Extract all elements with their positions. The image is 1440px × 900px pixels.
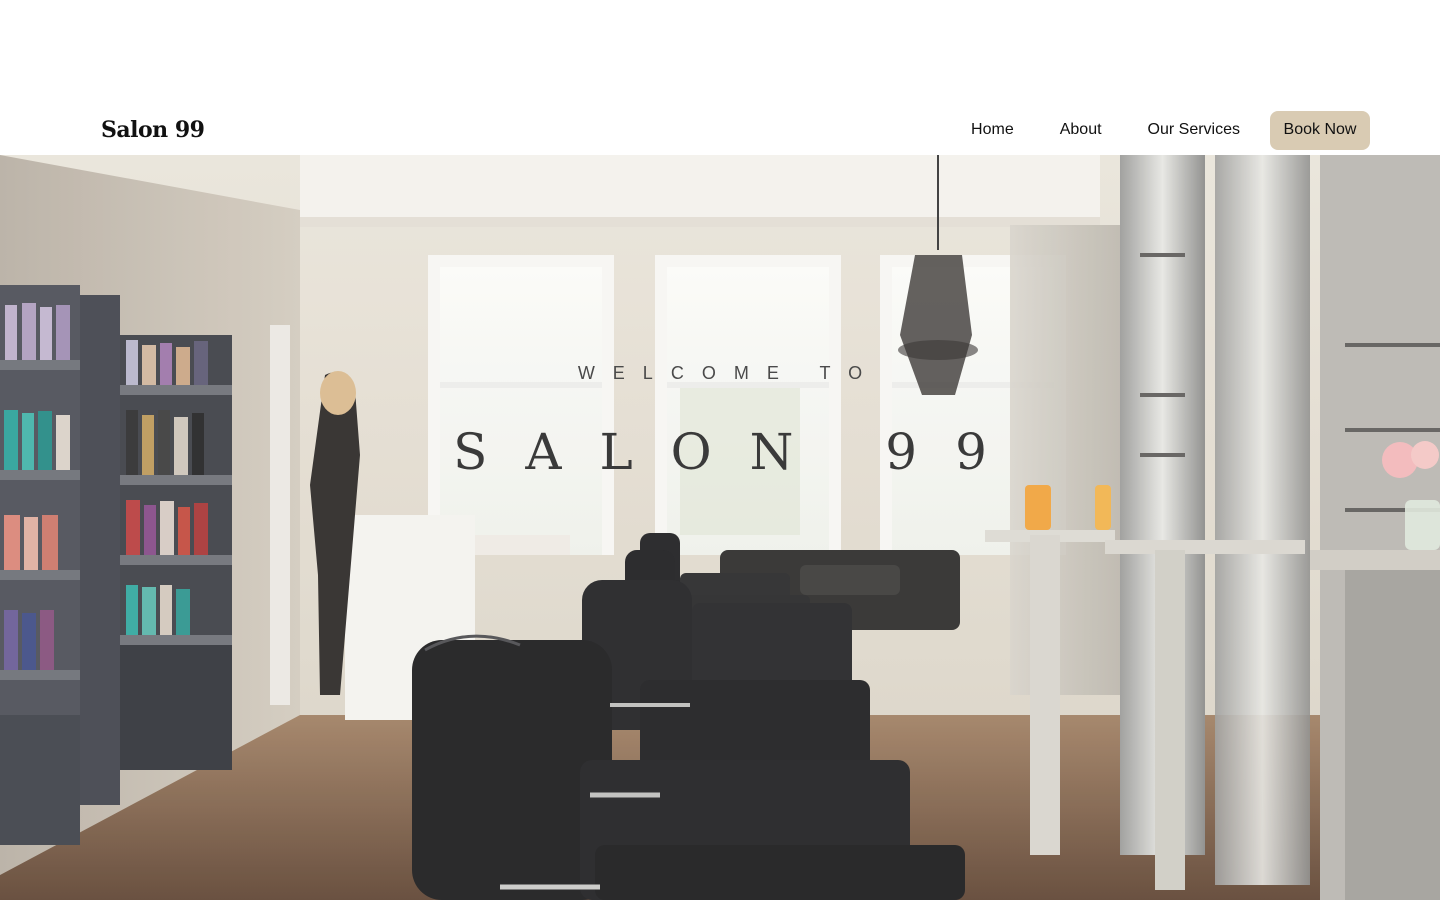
nav-link-about[interactable]: About [1060, 121, 1102, 139]
book-now-button[interactable]: Book Now [1270, 110, 1370, 150]
hero-kicker: WELCOME TO [577, 363, 881, 383]
brand-logo[interactable]: Salon 99 [101, 117, 205, 143]
nav-links: Home About Our Services Book Now [925, 110, 1370, 150]
page: Salon 99 Home About Our Services Book No… [0, 0, 1440, 900]
hero-section: WELCOME TO SALON 99 [0, 155, 1440, 900]
hero-title: SALON 99 [453, 423, 1025, 481]
nav-link-our-services[interactable]: Our Services [1148, 121, 1240, 139]
top-navbar: Salon 99 Home About Our Services Book No… [0, 105, 1440, 155]
salon-interior-image [0, 155, 1440, 900]
nav-link-home[interactable]: Home [971, 121, 1014, 139]
